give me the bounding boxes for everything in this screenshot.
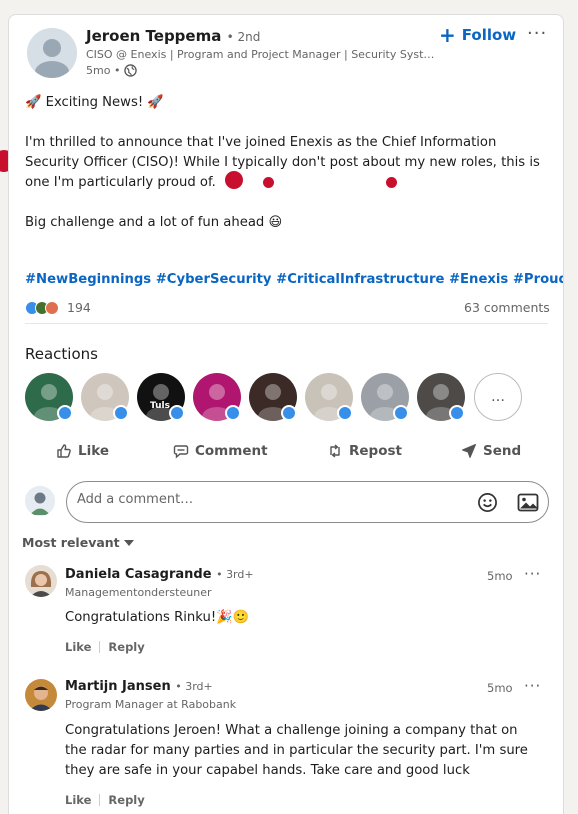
like-badge-icon <box>113 405 129 421</box>
repost-icon <box>330 444 340 458</box>
reactor-avatar[interactable] <box>193 373 241 421</box>
reactor-avatar[interactable] <box>249 373 297 421</box>
hashtag-link[interactable]: #NewBeginnings <box>25 272 151 287</box>
reactor-avatar[interactable] <box>361 373 409 421</box>
commenter-name-text[interactable]: Daniela Casagrande <box>65 567 212 582</box>
connection-degree: • 3rd+ <box>216 568 254 581</box>
comment-text: Congratulations Rinku!🎉🙂 <box>65 610 250 625</box>
divider <box>25 323 548 324</box>
comment-actions: Like Reply <box>65 793 145 807</box>
plus-icon: + <box>439 23 456 47</box>
separator <box>99 641 101 653</box>
reactor-avatar[interactable]: Tuls <box>137 373 185 421</box>
comment-like-button[interactable]: Like <box>65 640 91 654</box>
more-options-button[interactable]: ··· <box>527 23 547 44</box>
reactor-avatar[interactable] <box>305 373 353 421</box>
follow-label: Follow <box>461 26 517 44</box>
like-button[interactable]: Like <box>56 443 109 459</box>
comment-box <box>66 481 549 523</box>
user-illustration-icon <box>25 486 55 516</box>
emoji-icon[interactable] <box>477 492 498 513</box>
post-card: Jeroen Teppema • 2nd CISO @ Enexis | Pro… <box>8 14 564 814</box>
comment-button[interactable]: Comment <box>173 443 268 459</box>
author-headline: CISO @ Enexis | Program and Project Mana… <box>86 48 435 61</box>
commenter-name[interactable]: Martijn Jansen • 3rd+ <box>65 679 213 694</box>
comment-like-button[interactable]: Like <box>65 793 91 807</box>
commenter-headline: Managementondersteuner <box>65 586 212 599</box>
hashtag-link[interactable]: #CyberSecurity <box>156 272 272 287</box>
like-badge-icon <box>337 405 353 421</box>
person-silhouette-icon <box>27 28 77 78</box>
like-badge-icon <box>449 405 465 421</box>
comment-input[interactable] <box>77 492 457 507</box>
commenter-name-text[interactable]: Martijn Jansen <box>65 679 171 694</box>
comment-more-button[interactable]: ··· <box>524 677 541 695</box>
post-text-line2: Big challenge and a lot of fun ahead 😃 <box>25 215 283 230</box>
comment-label: Comment <box>195 443 268 459</box>
commenter-avatar[interactable] <box>25 565 57 597</box>
reactor-avatar[interactable] <box>25 373 73 421</box>
more-reactors-button[interactable]: … <box>474 373 522 421</box>
reactions-title: Reactions <box>25 345 98 363</box>
sort-dropdown[interactable]: Most relevant <box>22 535 134 550</box>
commenter-name[interactable]: Daniela Casagrande • 3rd+ <box>65 567 254 582</box>
like-badge-icon <box>281 405 297 421</box>
hashtag-link[interactable]: #ProudCISO <box>513 272 563 287</box>
like-label: Like <box>78 443 110 459</box>
speech-bubble-icon <box>173 445 189 459</box>
like-badge-icon <box>225 405 241 421</box>
author-name-text[interactable]: Jeroen Teppema <box>86 27 221 45</box>
post-meta: 5mo • <box>86 64 138 77</box>
post-time: 5mo • <box>86 64 121 77</box>
red-marker <box>386 177 397 188</box>
reactor-avatar[interactable] <box>81 373 129 421</box>
comment-more-button[interactable]: ··· <box>524 565 541 583</box>
reaction-summary-icons[interactable] <box>25 301 59 315</box>
globe-icon <box>124 64 138 77</box>
follow-button[interactable]: + Follow <box>439 25 516 45</box>
post-text-line1: 🚀 Exciting News! 🚀 <box>25 95 164 110</box>
connection-degree: • 2nd <box>226 30 261 44</box>
commenter-avatar[interactable] <box>25 679 57 711</box>
comment-actions: Like Reply <box>65 640 145 654</box>
reactor-avatar[interactable] <box>417 373 465 421</box>
reactor-logo-text: Tuls <box>150 401 170 411</box>
paper-plane-icon <box>462 444 476 458</box>
like-badge-icon <box>393 405 409 421</box>
reaction-count[interactable]: 194 <box>67 300 91 315</box>
separator <box>99 794 101 806</box>
send-button[interactable]: Send <box>461 443 521 459</box>
hashtag-link[interactable]: #CriticalInfrastructure <box>276 272 444 287</box>
comment-time: 5mo <box>487 569 513 583</box>
author-avatar[interactable] <box>27 28 77 78</box>
hashtag-list: #NewBeginnings #CyberSecurity #CriticalI… <box>25 272 563 287</box>
caret-down-icon <box>123 539 134 546</box>
person-photo-icon <box>25 565 57 597</box>
comment-reply-button[interactable]: Reply <box>108 640 144 654</box>
hashtag-link[interactable]: #Enexis <box>449 272 508 287</box>
repost-label: Repost <box>349 443 402 459</box>
like-badge-icon <box>169 405 185 421</box>
comments-count[interactable]: 63 comments <box>464 300 550 315</box>
comment-reply-button[interactable]: Reply <box>108 793 144 807</box>
image-icon[interactable] <box>517 492 539 513</box>
like-badge-icon <box>57 405 73 421</box>
current-user-avatar <box>25 486 55 516</box>
sort-label: Most relevant <box>22 535 120 550</box>
thumbs-up-icon <box>57 444 71 458</box>
connection-degree: • 3rd+ <box>175 680 213 693</box>
post-text-paragraph: I'm thrilled to announce that I've joine… <box>25 135 540 190</box>
red-marker <box>225 171 243 189</box>
comment-time: 5mo <box>487 681 513 695</box>
red-marker <box>263 177 274 188</box>
commenter-headline: Program Manager at Rabobank <box>65 698 237 711</box>
repost-button[interactable]: Repost <box>327 443 402 459</box>
author-name[interactable]: Jeroen Teppema • 2nd <box>86 27 260 45</box>
person-photo-icon <box>25 679 57 711</box>
send-label: Send <box>483 443 522 459</box>
comment-text: Congratulations Jeroen! What a challenge… <box>65 723 528 778</box>
love-reaction-icon <box>45 301 59 315</box>
